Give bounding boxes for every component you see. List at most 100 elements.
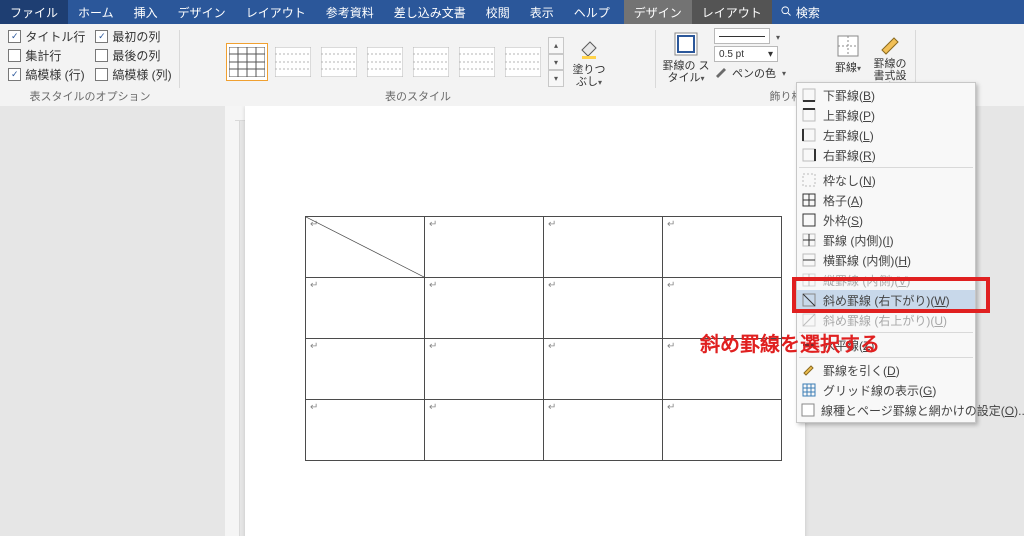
table-cell[interactable]: ↵: [663, 339, 782, 400]
mi-top-border[interactable]: 上罫線(P): [797, 105, 975, 125]
border-outside-icon: [801, 212, 817, 228]
table-cell[interactable]: ↵: [544, 339, 663, 400]
chk-banded-rows[interactable]: 縞模様 (行): [8, 66, 85, 83]
mi-right-border[interactable]: 右罫線(R): [797, 145, 975, 165]
border-painter-icon: [876, 32, 904, 56]
tab-table-layout[interactable]: レイアウト: [692, 0, 772, 24]
mi-left-border[interactable]: 左罫線(L): [797, 125, 975, 145]
line-width-dropdown[interactable]: 0.5 pt▾: [714, 46, 778, 62]
border-left-icon: [801, 127, 817, 143]
style-item-6[interactable]: [502, 43, 544, 81]
table-cell[interactable]: ↵: [544, 400, 663, 461]
border-inside-v-icon: [801, 272, 817, 288]
chk-total-row[interactable]: 集計行: [8, 47, 85, 64]
gridlines-icon: [801, 382, 817, 398]
style-item-3[interactable]: [364, 43, 406, 81]
mi-inside-borders[interactable]: 罫線 (内側)(I): [797, 230, 975, 250]
border-all-icon: [801, 192, 817, 208]
separator: [799, 332, 973, 333]
tab-file[interactable]: ファイル: [0, 0, 68, 24]
table-cell[interactable]: ↵: [663, 278, 782, 339]
table-cell[interactable]: ↵: [425, 278, 544, 339]
horizontal-line-icon: [801, 337, 817, 353]
tab-help[interactable]: ヘルプ: [564, 0, 620, 24]
border-right-icon: [801, 147, 817, 163]
style-item-4[interactable]: [410, 43, 452, 81]
tab-view[interactable]: 表示: [520, 0, 564, 24]
mi-horizontal-line[interactable]: 水平線(Z): [797, 335, 975, 355]
tab-home[interactable]: ホーム: [68, 0, 124, 24]
style-item-0[interactable]: [226, 43, 268, 81]
borders-dialog-icon: [801, 402, 815, 418]
borders-dropdown: 下罫線(B) 上罫線(P) 左罫線(L) 右罫線(R) 枠なし(N) 格子(A)…: [796, 82, 976, 423]
search-box[interactable]: 検索: [772, 0, 828, 24]
word-table[interactable]: ↵ ↵ ↵ ↵ ↵↵↵↵ ↵↵↵↵ ↵↵↵↵: [305, 216, 782, 461]
table-cell[interactable]: ↵: [306, 400, 425, 461]
mi-all-borders[interactable]: 格子(A): [797, 190, 975, 210]
border-none-icon: [801, 172, 817, 188]
mi-inside-vertical[interactable]: 縦罫線 (内側)(V): [797, 270, 975, 290]
mi-diagonal-down[interactable]: 斜め罫線 (右下がり)(W): [797, 290, 975, 310]
border-inside-h-icon: [801, 252, 817, 268]
table-cell[interactable]: ↵: [544, 217, 663, 278]
tab-layout[interactable]: レイアウト: [236, 0, 316, 24]
mi-inside-horizontal[interactable]: 横罫線 (内側)(H): [797, 250, 975, 270]
tab-references[interactable]: 参考資料: [316, 0, 384, 24]
group-label: 表のスタイル: [180, 88, 656, 104]
style-item-2[interactable]: [318, 43, 360, 81]
app-root: ファイル ホーム 挿入 デザイン レイアウト 参考資料 差し込み文書 校閲 表示…: [0, 0, 1024, 536]
mi-draw-table[interactable]: 罫線を引く(D): [797, 360, 975, 380]
table-cell[interactable]: ↵: [425, 339, 544, 400]
chk-header-row[interactable]: タイトル行: [8, 28, 85, 45]
group-table-styles: ▴▾▾ 塗りつぶし 表のスタイル: [180, 24, 656, 106]
cell-diagonal[interactable]: ↵: [306, 217, 425, 278]
border-style-button[interactable]: 罫線の スタイル: [662, 26, 710, 90]
gallery-scroll[interactable]: ▴▾▾: [548, 37, 564, 87]
mi-borders-and-shading[interactable]: 線種とページ罫線と網かけの設定(O)...: [797, 400, 975, 420]
pen-icon: [714, 64, 728, 81]
shading-button[interactable]: 塗りつぶし: [568, 30, 610, 94]
page[interactable]: ↵ ↵ ↵ ↵ ↵↵↵↵ ↵↵↵↵ ↵↵↵↵: [245, 106, 805, 536]
style-item-5[interactable]: [456, 43, 498, 81]
mi-outside-borders[interactable]: 外枠(S): [797, 210, 975, 230]
table-cell[interactable]: ↵: [544, 278, 663, 339]
line-style-dropdown[interactable]: [714, 28, 770, 44]
border-diag-up-icon: [801, 312, 817, 328]
table-cell[interactable]: ↵: [425, 217, 544, 278]
border-bottom-icon: [801, 87, 817, 103]
separator: [799, 167, 973, 168]
menu-bar: ファイル ホーム 挿入 デザイン レイアウト 参考資料 差し込み文書 校閲 表示…: [0, 0, 1024, 24]
tab-table-design[interactable]: デザイン: [624, 0, 692, 24]
mi-no-border[interactable]: 枠なし(N): [797, 170, 975, 190]
border-top-icon: [801, 107, 817, 123]
table-cell[interactable]: ↵: [663, 217, 782, 278]
table-cell[interactable]: ↵: [306, 278, 425, 339]
mi-view-gridlines[interactable]: グリッド線の表示(G): [797, 380, 975, 400]
table-cell[interactable]: ↵: [306, 339, 425, 400]
group-label: 表スタイルのオプション: [0, 88, 180, 104]
group-table-style-options: タイトル行 最初の列 集計行 最後の列 縞模様 (行) 縞模様 (列) 表スタイ…: [0, 24, 180, 106]
tab-review[interactable]: 校閲: [476, 0, 520, 24]
search-icon: [780, 5, 792, 20]
tab-insert[interactable]: 挿入: [124, 0, 168, 24]
style-item-1[interactable]: [272, 43, 314, 81]
mi-bottom-border[interactable]: 下罫線(B): [797, 85, 975, 105]
tab-design[interactable]: デザイン: [168, 0, 236, 24]
draw-table-icon: [801, 362, 817, 378]
table-cell[interactable]: ↵: [425, 400, 544, 461]
table-styles-gallery: ▴▾▾ 塗りつぶし: [226, 30, 610, 94]
tab-mailings[interactable]: 差し込み文書: [384, 0, 476, 24]
chk-banded-cols[interactable]: 縞模様 (列): [95, 66, 171, 83]
chk-first-col[interactable]: 最初の列: [95, 28, 171, 45]
border-diag-down-icon: [801, 292, 817, 308]
pen-color-dropdown[interactable]: ペンの色: [714, 64, 824, 81]
separator: [799, 357, 973, 358]
chk-last-col[interactable]: 最後の列: [95, 47, 171, 64]
borders-icon: [834, 32, 862, 60]
search-label: 検索: [796, 4, 820, 21]
ruler-vertical: [225, 106, 240, 536]
mi-diagonal-up[interactable]: 斜め罫線 (右上がり)(U): [797, 310, 975, 330]
border-style-icon: [672, 30, 700, 58]
table-cell[interactable]: ↵: [663, 400, 782, 461]
border-inside-icon: [801, 232, 817, 248]
